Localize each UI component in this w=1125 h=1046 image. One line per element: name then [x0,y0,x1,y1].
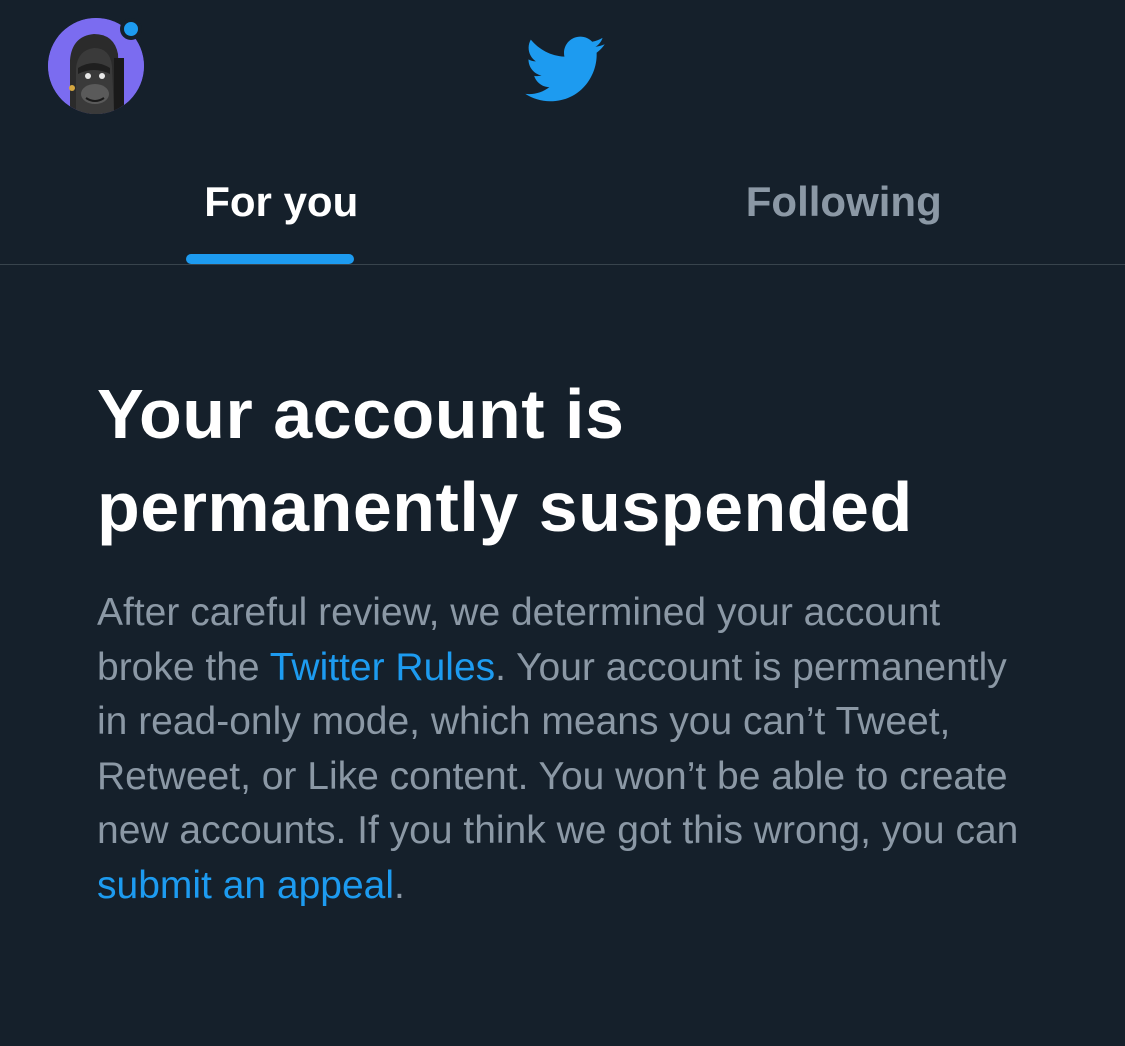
twitter-rules-link[interactable]: Twitter Rules [270,646,495,689]
profile-avatar-button[interactable] [48,18,144,114]
tab-label: For you [204,178,359,225]
active-tab-indicator [186,254,354,264]
tab-label: Following [745,178,942,225]
notice-body-text: . [394,863,405,907]
tab-following[interactable]: Following [563,140,1125,264]
timeline-tabs: For you Following [0,140,1125,264]
notice-body: After careful review, we determined your… [97,586,1037,913]
app-root: For you Following Your account is perman… [0,0,1125,1046]
notification-dot [120,18,142,40]
tab-for-you[interactable]: For you [0,140,563,264]
top-bar [0,0,1125,140]
submit-appeal-link[interactable]: submit an appeal [97,864,394,907]
tabs-divider [0,264,1125,265]
twitter-bird-icon [522,34,606,104]
notice-title: Your account is permanently suspended [97,375,913,546]
suspension-notice: Your account is permanently suspended Af… [97,368,1057,913]
